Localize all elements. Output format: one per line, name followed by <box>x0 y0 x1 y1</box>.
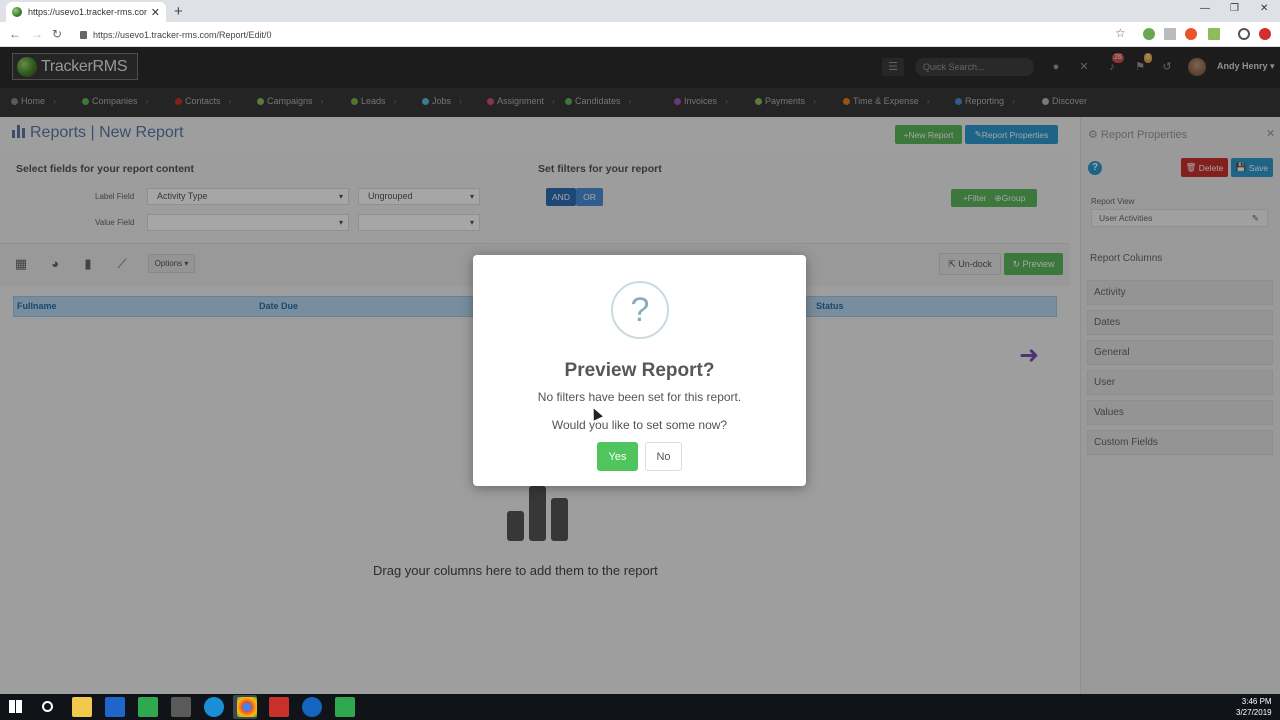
app-icon[interactable] <box>171 697 191 717</box>
close-tab-icon[interactable]: ✕ <box>151 6 160 19</box>
camtasia-icon[interactable] <box>138 697 158 717</box>
close-window-icon[interactable]: ✕ <box>1260 3 1268 14</box>
dialog-question: Would you like to set some now? <box>551 418 728 432</box>
forward-icon[interactable]: → <box>31 27 43 41</box>
browser-tab-strip <box>0 0 1280 22</box>
minimize-icon[interactable]: — <box>1200 3 1210 14</box>
extension-icon[interactable] <box>1185 28 1197 40</box>
edge-icon[interactable] <box>302 697 322 717</box>
clock-time: 3:46 PM <box>1241 697 1272 706</box>
extension-icon[interactable] <box>1259 28 1271 40</box>
outlook-icon[interactable] <box>105 697 125 717</box>
powerpoint-icon[interactable] <box>269 697 289 717</box>
system-clock: 3:46 PM 3/27/2019 <box>1236 696 1272 718</box>
cortana-icon[interactable] <box>42 701 53 712</box>
extension-icon[interactable] <box>1208 28 1220 40</box>
extension-icon[interactable] <box>1164 28 1176 40</box>
lock-icon <box>80 30 87 39</box>
question-mark-icon: ? <box>611 281 669 339</box>
restore-icon[interactable]: ❐ <box>1230 3 1239 14</box>
yes-button[interactable]: Yes <box>597 442 638 471</box>
browser-tab-title: https://usevo1.tracker-rms.com/ <box>28 7 147 17</box>
file-explorer-icon[interactable] <box>72 697 92 717</box>
dialog-message: No filters have been set for this report… <box>537 390 742 404</box>
reload-icon[interactable]: ↻ <box>52 27 62 41</box>
url-field[interactable]: https://usevo1.tracker-rms.com/Report/Ed… <box>80 26 1130 43</box>
skype-icon[interactable] <box>204 697 224 717</box>
profile-icon[interactable] <box>1238 28 1250 40</box>
windows-start-icon[interactable] <box>9 700 22 713</box>
dialog-title: Preview Report? <box>564 360 715 381</box>
new-tab-icon[interactable]: + <box>174 3 183 20</box>
back-icon[interactable]: ← <box>9 27 21 41</box>
clock-date: 3/27/2019 <box>1236 708 1272 717</box>
url-text: https://usevo1.tracker-rms.com/Report/Ed… <box>93 29 272 40</box>
camtasia-recorder-icon[interactable] <box>335 697 355 717</box>
browser-tab[interactable]: https://usevo1.tracker-rms.com/ ✕ <box>6 2 166 22</box>
site-favicon-icon <box>12 7 22 17</box>
chrome-icon[interactable] <box>237 697 257 717</box>
no-button[interactable]: No <box>645 442 682 471</box>
windows-taskbar <box>0 694 1280 720</box>
bookmark-star-icon[interactable]: ☆ <box>1115 26 1126 40</box>
extension-icon[interactable] <box>1143 28 1155 40</box>
